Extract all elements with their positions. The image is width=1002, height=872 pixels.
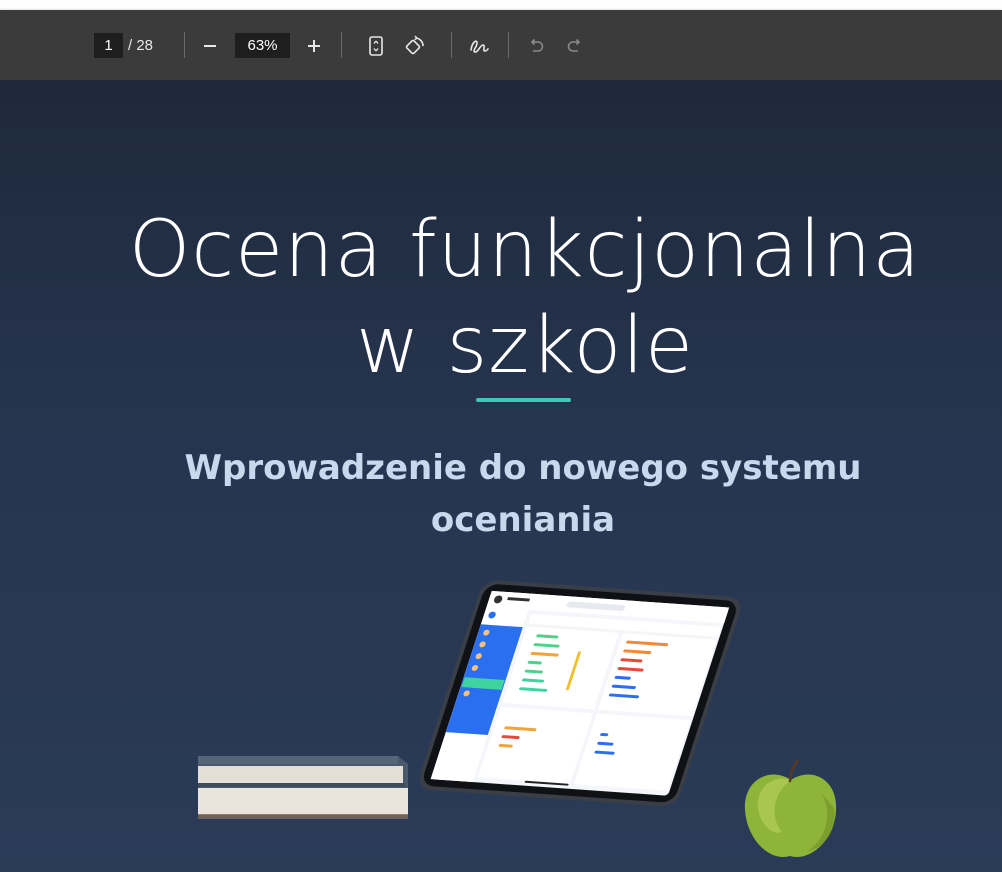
page-count: / 28 bbox=[128, 36, 154, 54]
rotate-icon bbox=[405, 35, 424, 55]
slide-subtitle-line-2: oceniania bbox=[430, 500, 616, 540]
apple-illustration bbox=[744, 759, 837, 857]
plus-icon bbox=[308, 40, 320, 52]
toolbar-divider bbox=[451, 32, 452, 58]
undo-icon bbox=[530, 38, 544, 52]
zoom-out-button[interactable] bbox=[196, 32, 224, 60]
draw-button[interactable] bbox=[465, 32, 493, 60]
draw-icon bbox=[470, 40, 489, 53]
toolbar-divider bbox=[508, 32, 509, 58]
slide-title: Ocena funkcjonalna w szkole bbox=[60, 202, 990, 394]
zoom-level[interactable]: 63% bbox=[235, 33, 290, 58]
rotate-button[interactable] bbox=[401, 32, 429, 60]
pdf-toolbar: / 28 63% bbox=[0, 10, 1002, 80]
slide-subtitle: Wprowadzenie do nowego systemu oceniania bbox=[150, 442, 896, 546]
slide-subtitle-line-1: Wprowadzenie do nowego systemu bbox=[184, 448, 862, 488]
fit-page-button[interactable] bbox=[362, 32, 390, 60]
slide-page: Ocena funkcjonalna w szkole Wprowadzenie… bbox=[0, 80, 1002, 872]
tablet-illustration bbox=[419, 580, 741, 807]
title-accent-line bbox=[476, 398, 571, 402]
books-illustration bbox=[198, 756, 408, 819]
page-number-input[interactable] bbox=[94, 33, 123, 58]
window-top-strip bbox=[0, 0, 1002, 10]
fit-page-icon bbox=[369, 36, 383, 56]
redo-button[interactable] bbox=[561, 32, 589, 60]
slide-title-line-1: Ocena funkcjonalna bbox=[128, 205, 922, 295]
toolbar-divider bbox=[184, 32, 185, 58]
redo-icon bbox=[567, 38, 581, 52]
zoom-in-button[interactable] bbox=[300, 32, 328, 60]
minus-icon bbox=[204, 45, 216, 47]
undo-button[interactable] bbox=[522, 32, 550, 60]
toolbar-divider bbox=[341, 32, 342, 58]
slide-title-line-2: w szkole bbox=[356, 301, 694, 391]
